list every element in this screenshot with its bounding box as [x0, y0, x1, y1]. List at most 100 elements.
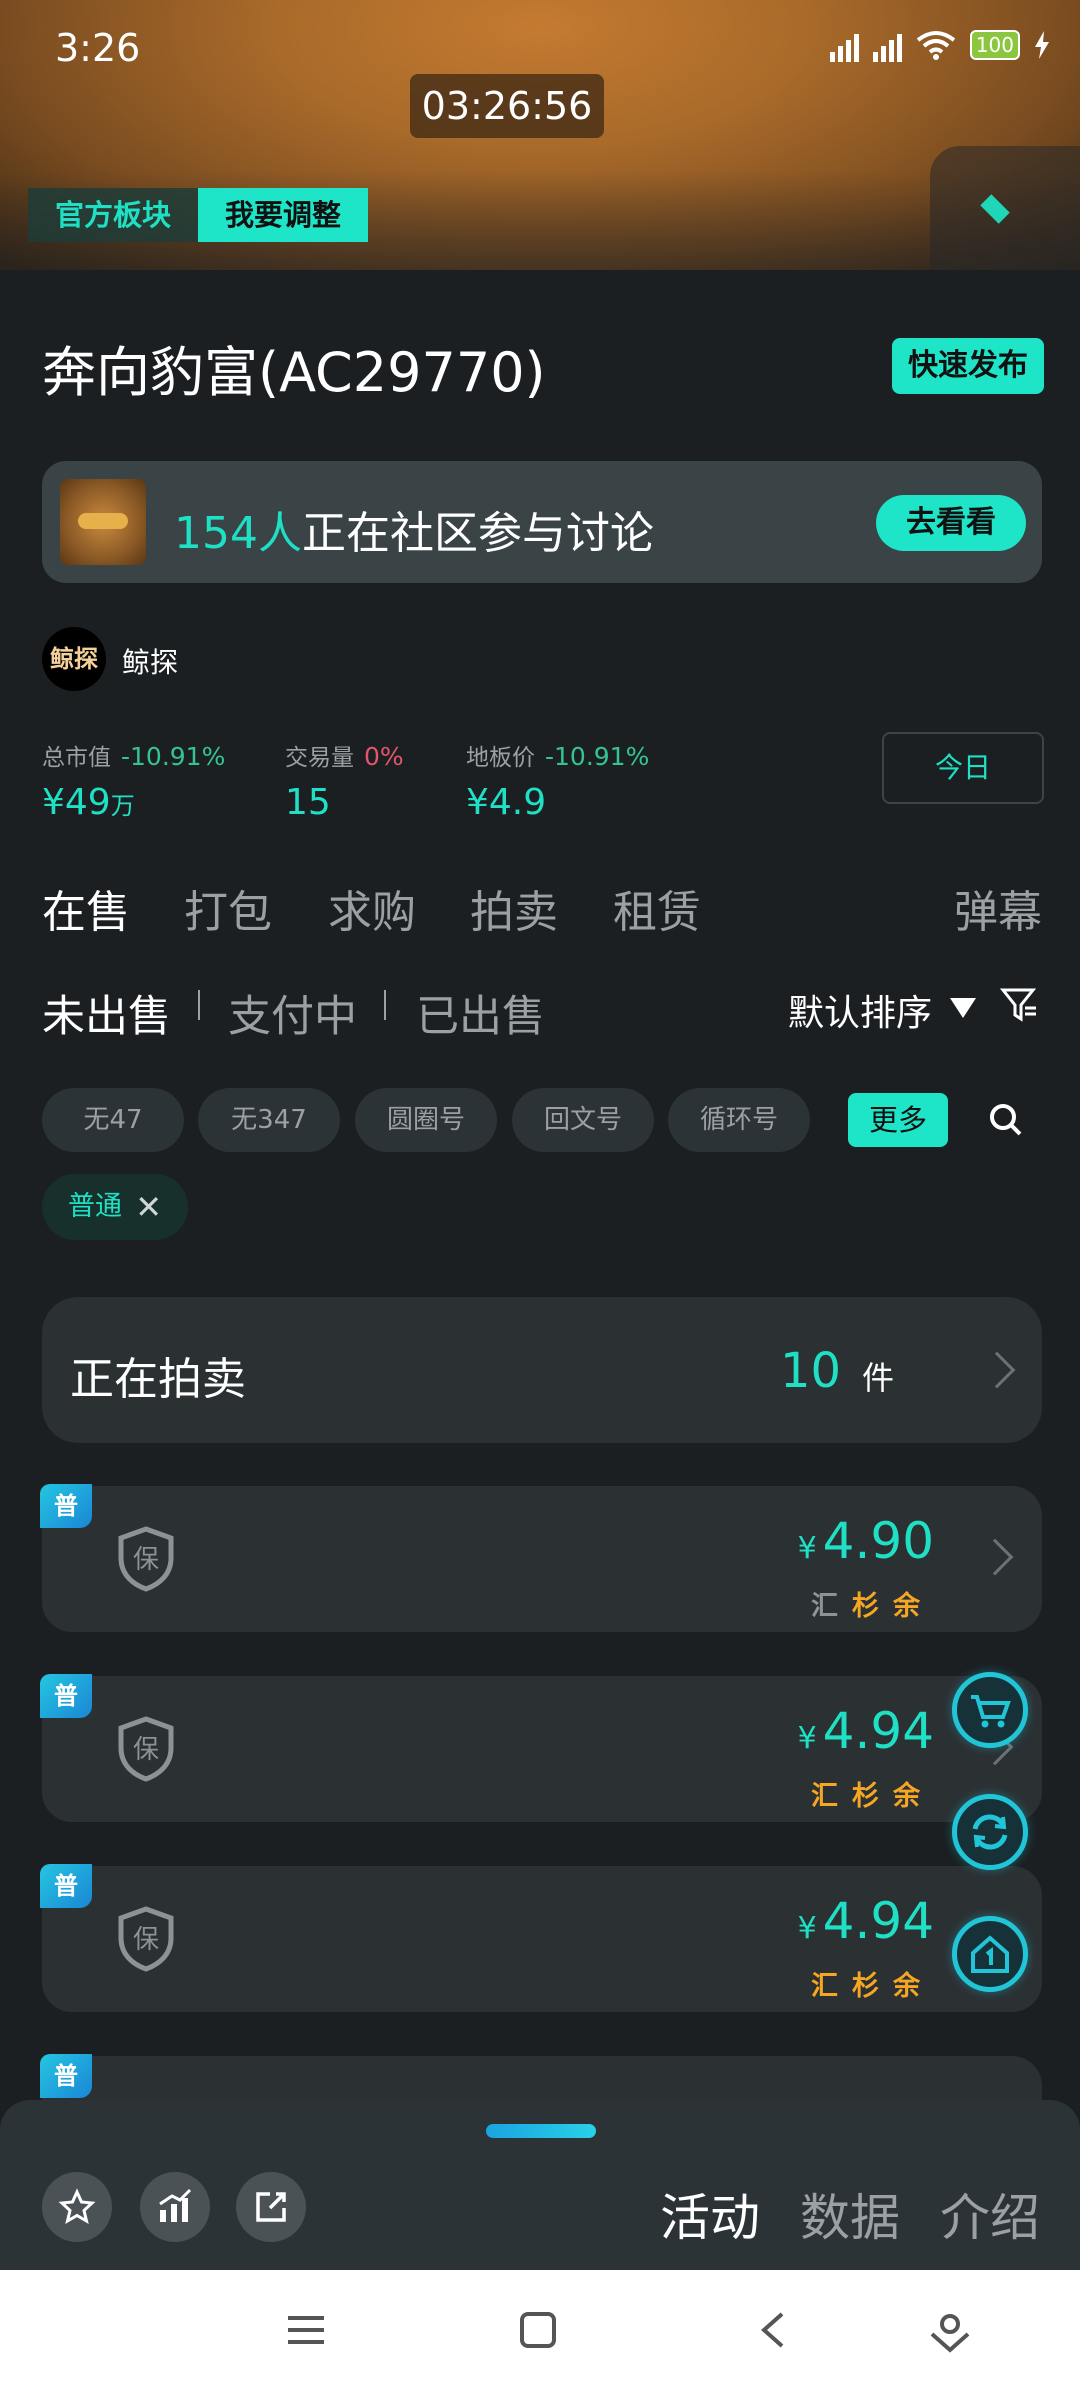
cart-button[interactable]	[952, 1672, 1028, 1748]
page-title: 奔向豹富(AC29770)	[42, 341, 546, 404]
sort-dropdown[interactable]: 默认排序	[788, 984, 932, 1036]
tab-lease[interactable]: 租赁	[613, 876, 701, 940]
subtab-paying[interactable]: 支付中	[228, 982, 357, 1044]
assistant-icon[interactable]	[928, 2310, 972, 2354]
stat-label: 交易量	[285, 745, 354, 771]
auction-label: 正在拍卖	[70, 1354, 246, 1405]
stat-floor-price: 地板价 -10.91% ¥4.9	[466, 738, 649, 823]
price-value: 4.90	[822, 1512, 934, 1570]
chevron-right-icon	[976, 1538, 1014, 1576]
rarity-badge: 普	[40, 1864, 92, 1908]
community-text: 正在社区参与讨论	[301, 508, 654, 559]
divider	[198, 990, 200, 1020]
price-value: 4.94	[822, 1702, 934, 1760]
quick-publish-button[interactable]: 快速发布	[892, 338, 1044, 394]
signal-icon	[829, 28, 859, 62]
stat-label: 总市值	[42, 745, 111, 771]
status-time: 3:26	[55, 26, 141, 70]
refresh-button[interactable]	[952, 1794, 1028, 1870]
tab-intro[interactable]: 介绍	[940, 2178, 1040, 2250]
search-icon[interactable]	[988, 1102, 1024, 1138]
item-tag: 杉	[852, 1971, 893, 2002]
menu-icon[interactable]	[286, 2310, 326, 2350]
tab-bundle[interactable]: 打包	[184, 876, 272, 940]
rarity-badge: 普	[40, 2054, 92, 2098]
go-see-button[interactable]: 去看看	[876, 495, 1026, 551]
collection-thumbnail	[60, 479, 146, 565]
filter-chip[interactable]: 无347	[198, 1088, 340, 1152]
item-tag: 余	[893, 1781, 934, 1812]
filter-chip[interactable]: 循环号	[668, 1088, 810, 1152]
stat-market-cap: 总市值 -10.91% ¥49万	[42, 738, 225, 823]
list-item[interactable]: 普 保 ¥4.90 汇杉余	[40, 1484, 1042, 1632]
home-nav-icon[interactable]	[518, 2310, 558, 2350]
tab-activity[interactable]: 活动	[660, 2178, 760, 2250]
favorite-button[interactable]	[42, 2172, 112, 2242]
official-board-tag[interactable]: 官方板块	[28, 188, 198, 242]
stat-unit: 万	[110, 792, 135, 820]
divider	[384, 990, 386, 1020]
shield-icon: 保	[118, 1906, 174, 1972]
filter-chip[interactable]: 无47	[42, 1088, 184, 1152]
share-button[interactable]	[236, 2172, 306, 2242]
battery-icon: 100	[969, 30, 1020, 60]
auction-unit: 件	[862, 1359, 895, 1397]
subtab-unsold[interactable]: 未出售	[42, 982, 171, 1044]
cart-icon	[971, 1695, 1011, 1728]
author-name[interactable]: 鲸探	[122, 641, 178, 681]
chevron-right-icon	[978, 1351, 1016, 1389]
participant-count: 154人	[174, 508, 302, 559]
status-icons: 100	[829, 28, 1050, 62]
danmu-toggle[interactable]: 弹幕	[954, 876, 1042, 940]
refresh-icon	[972, 1814, 1008, 1850]
auction-row[interactable]: 正在拍卖 10 件	[42, 1297, 1042, 1443]
list-item[interactable]: 普 保 ¥4.94 汇杉余	[40, 1674, 1042, 1822]
caret-down-icon	[950, 998, 976, 1018]
item-tag: 汇	[811, 1781, 852, 1812]
item-tags: 汇杉余	[811, 1584, 934, 1623]
home-icon	[971, 1935, 1009, 1973]
shield-icon: 保	[118, 1716, 174, 1782]
filter-icon[interactable]	[1000, 986, 1038, 1024]
share-icon	[256, 2192, 286, 2222]
tab-on-sale[interactable]: 在售	[42, 876, 130, 940]
corner-toggle-button[interactable]	[930, 146, 1080, 270]
rarity-badge: 普	[40, 1674, 92, 1718]
stat-volume: 交易量 0% 15	[285, 738, 404, 823]
filter-chip[interactable]: 回文号	[512, 1088, 654, 1152]
diamond-icon	[980, 194, 1010, 224]
item-tag: 杉	[852, 1781, 893, 1812]
countdown-timer: 03:26:56	[410, 74, 604, 138]
svg-text:保: 保	[133, 1735, 159, 1765]
more-filters-button[interactable]: 更多	[848, 1093, 948, 1147]
selected-filter-chip[interactable]: 普通 ✕	[42, 1174, 188, 1240]
subtab-sold[interactable]: 已出售	[416, 982, 545, 1044]
adjust-button[interactable]: 我要调整	[198, 188, 368, 242]
community-banner[interactable]: 154人正在社区参与讨论 去看看	[42, 461, 1042, 583]
stat-value: ¥49	[42, 782, 111, 823]
tab-data[interactable]: 数据	[800, 2178, 900, 2250]
currency-symbol: ¥	[797, 1911, 817, 1946]
back-icon[interactable]	[754, 2310, 794, 2350]
home-button[interactable]	[952, 1916, 1028, 1992]
item-price: ¥4.94	[798, 1892, 934, 1950]
list-item[interactable]: 普 保 ¥4.94 汇杉余	[40, 1864, 1042, 2012]
filter-chip[interactable]: 圆圈号	[355, 1088, 497, 1152]
avatar[interactable]: 鲸探	[42, 627, 106, 691]
item-tag: 汇	[811, 1591, 852, 1622]
tab-want-to-buy[interactable]: 求购	[328, 876, 416, 940]
stat-change: -10.91%	[121, 742, 226, 771]
selected-filter-label: 普通	[68, 1191, 122, 1222]
tab-auction[interactable]: 拍卖	[470, 876, 558, 940]
period-selector[interactable]: 今日	[882, 732, 1044, 804]
close-icon[interactable]: ✕	[135, 1174, 162, 1240]
stat-change: -10.91%	[545, 742, 650, 771]
item-tag: 杉	[852, 1591, 893, 1622]
star-icon	[58, 2188, 96, 2225]
drag-handle[interactable]	[486, 2124, 596, 2138]
wifi-icon	[916, 31, 956, 60]
svg-text:保: 保	[133, 1545, 159, 1575]
item-tags: 汇杉余	[811, 1964, 934, 2003]
trend-button[interactable]	[140, 2172, 210, 2242]
price-value: 4.94	[822, 1892, 934, 1950]
